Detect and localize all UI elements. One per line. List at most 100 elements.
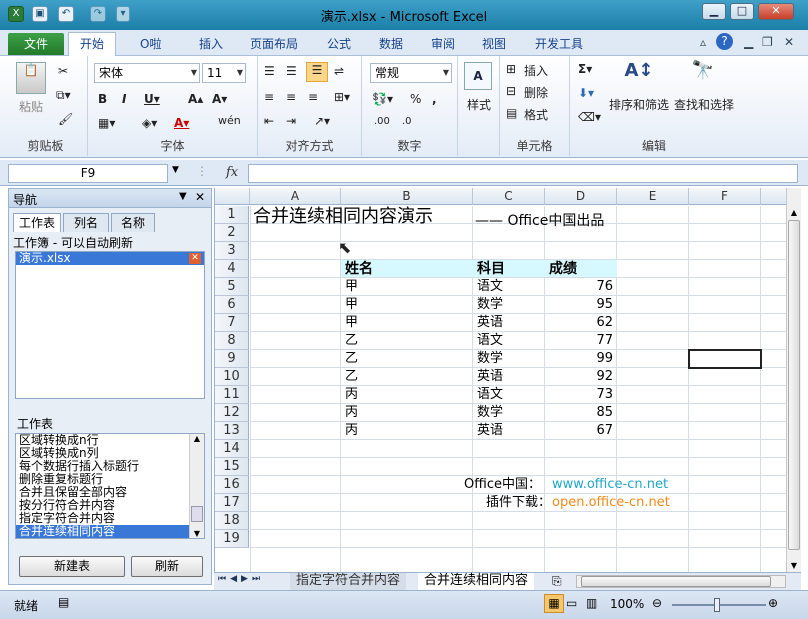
- vscroll-up-icon[interactable]: ▲: [787, 208, 801, 217]
- delete-cells-button[interactable]: 删除: [524, 84, 548, 101]
- borders-icon[interactable]: ▦▾: [98, 116, 115, 130]
- align-top-icon[interactable]: ☰: [264, 64, 275, 78]
- format-cells-button[interactable]: 格式: [524, 106, 548, 123]
- sheet-nav-arrows-icon[interactable]: ⏮◀▶⏭: [218, 574, 264, 584]
- sheet-tab-specified[interactable]: 指定字符合并内容: [290, 573, 407, 590]
- row-header[interactable]: 16: [215, 476, 249, 494]
- tab-formulas[interactable]: 公式: [327, 35, 351, 52]
- cut-icon[interactable]: ✂: [58, 64, 68, 78]
- collapse-ribbon-icon[interactable]: ▵: [700, 35, 706, 49]
- phonetic-guide-icon[interactable]: wén: [218, 114, 241, 127]
- tab-insert[interactable]: 插入: [199, 35, 223, 52]
- insert-cells-button[interactable]: 插入: [524, 62, 548, 79]
- scroll-up-icon[interactable]: ▲: [190, 434, 204, 443]
- nav-tab-sheets[interactable]: 工作表: [13, 213, 61, 232]
- merge-center-icon[interactable]: ⊞▾: [334, 90, 350, 104]
- row-header[interactable]: 10: [215, 368, 249, 386]
- doc-close-icon[interactable]: ✕: [784, 35, 794, 49]
- vertical-scrollbar[interactable]: ▲ ▼: [786, 188, 801, 572]
- row-header[interactable]: 14: [215, 440, 249, 458]
- help-icon[interactable]: ?: [716, 33, 733, 50]
- column-header[interactable]: E: [617, 188, 689, 205]
- clear-icon[interactable]: ⌫▾: [578, 110, 601, 124]
- horizontal-scrollbar[interactable]: [576, 575, 786, 588]
- currency-icon[interactable]: 💱▾: [372, 92, 393, 106]
- tab-page-layout[interactable]: 页面布局: [250, 35, 298, 52]
- formula-bar-splitter-icon[interactable]: ⋮: [196, 164, 208, 178]
- vscroll-thumb[interactable]: [788, 220, 800, 550]
- row-header[interactable]: 17: [215, 494, 249, 512]
- column-header[interactable]: D: [545, 188, 617, 205]
- select-all-corner[interactable]: [215, 188, 250, 205]
- wrap-text-icon[interactable]: ⇌: [334, 64, 344, 78]
- grow-font-icon[interactable]: A▴: [188, 92, 203, 106]
- minimize-button[interactable]: ▁: [702, 3, 726, 20]
- underline-icon[interactable]: U▾: [144, 92, 160, 106]
- scroll-down-icon[interactable]: ▼: [190, 529, 204, 538]
- font-size-combo[interactable]: 11 ▼: [202, 63, 246, 83]
- increase-indent-icon[interactable]: ⇥: [286, 114, 296, 128]
- fill-color-icon[interactable]: ◈▾: [142, 116, 157, 130]
- align-bottom-icon[interactable]: ☰: [306, 62, 328, 82]
- row-header[interactable]: 9: [215, 350, 249, 368]
- formula-input[interactable]: [248, 164, 798, 183]
- sheet-list-item[interactable]: 合并连续相同内容: [16, 525, 190, 538]
- paste-icon[interactable]: 📋: [16, 62, 46, 94]
- column-header[interactable]: A: [250, 188, 341, 205]
- normal-view-icon[interactable]: ▦: [544, 594, 564, 613]
- doc-minimize-icon[interactable]: ▁: [744, 35, 753, 49]
- zoom-slider-thumb[interactable]: [714, 598, 720, 612]
- worksheet-grid[interactable]: A B C D E F 1 2 3 4 5 6 7 8 9 10 11 12 13 14 15 16 17 18 19 合并连续相…: [214, 188, 787, 572]
- row-header[interactable]: 11: [215, 386, 249, 404]
- shrink-font-icon[interactable]: A▾: [212, 92, 227, 106]
- insert-function-icon[interactable]: fx: [226, 165, 238, 180]
- increase-decimal-icon[interactable]: .00: [374, 116, 390, 127]
- tab-developer[interactable]: 开发工具: [535, 35, 583, 52]
- row-header[interactable]: 13: [215, 422, 249, 440]
- refresh-button[interactable]: 刷新: [131, 556, 203, 577]
- zoom-level[interactable]: 100%: [610, 597, 644, 611]
- selected-cell[interactable]: [688, 349, 762, 369]
- decrease-indent-icon[interactable]: ⇤: [264, 114, 274, 128]
- row-header[interactable]: 12: [215, 404, 249, 422]
- percent-icon[interactable]: %: [410, 92, 421, 106]
- format-cells-icon[interactable]: ▤: [506, 106, 517, 120]
- column-header[interactable]: B: [341, 188, 473, 205]
- font-name-combo[interactable]: 宋体 ▼: [94, 63, 200, 83]
- row-header[interactable]: 1: [215, 206, 249, 224]
- column-header[interactable]: F: [689, 188, 761, 205]
- workbook-close-icon[interactable]: ✕: [189, 253, 201, 264]
- align-left-icon[interactable]: ≡: [264, 90, 274, 104]
- nav-menu-icon[interactable]: ▼: [179, 191, 187, 202]
- row-header[interactable]: 2: [215, 224, 249, 242]
- sheet-list-scrollbar[interactable]: ▲ ▼: [189, 434, 204, 538]
- row-header[interactable]: 19: [215, 530, 249, 548]
- nav-close-icon[interactable]: ✕: [195, 190, 205, 204]
- name-box[interactable]: F9: [8, 164, 168, 183]
- column-header[interactable]: [761, 188, 787, 205]
- align-center-icon[interactable]: ≡: [286, 90, 296, 104]
- maximize-button[interactable]: □: [730, 3, 754, 20]
- orientation-icon[interactable]: ↗▾: [314, 114, 330, 128]
- autosum-icon[interactable]: Σ▾: [578, 62, 592, 76]
- page-layout-view-icon[interactable]: ▭: [566, 596, 577, 610]
- zoom-slider[interactable]: [672, 598, 766, 612]
- decrease-decimal-icon[interactable]: .0: [402, 116, 412, 127]
- paste-button[interactable]: 粘贴: [12, 98, 50, 115]
- tab-ola[interactable]: O啦: [140, 35, 161, 52]
- row-header[interactable]: 7: [215, 314, 249, 332]
- workbook-item[interactable]: 演示.xlsx ✕: [16, 252, 204, 265]
- tab-data[interactable]: 数据: [379, 35, 403, 52]
- nav-tab-columns[interactable]: 列名: [63, 213, 109, 232]
- name-box-dropdown-icon[interactable]: ▼: [172, 165, 179, 175]
- doc-restore-icon[interactable]: ❐: [762, 35, 773, 49]
- nav-tab-names[interactable]: 名称: [111, 213, 155, 232]
- row-header[interactable]: 18: [215, 512, 249, 530]
- row-header[interactable]: 4: [215, 260, 249, 278]
- tab-home[interactable]: 开始: [68, 32, 116, 57]
- styles-button[interactable]: 样式: [460, 96, 498, 113]
- italic-icon[interactable]: I: [122, 92, 126, 106]
- styles-icon[interactable]: A: [464, 62, 492, 90]
- vscroll-down-icon[interactable]: ▼: [787, 561, 801, 570]
- sort-filter-button[interactable]: 排序和筛选: [606, 96, 672, 113]
